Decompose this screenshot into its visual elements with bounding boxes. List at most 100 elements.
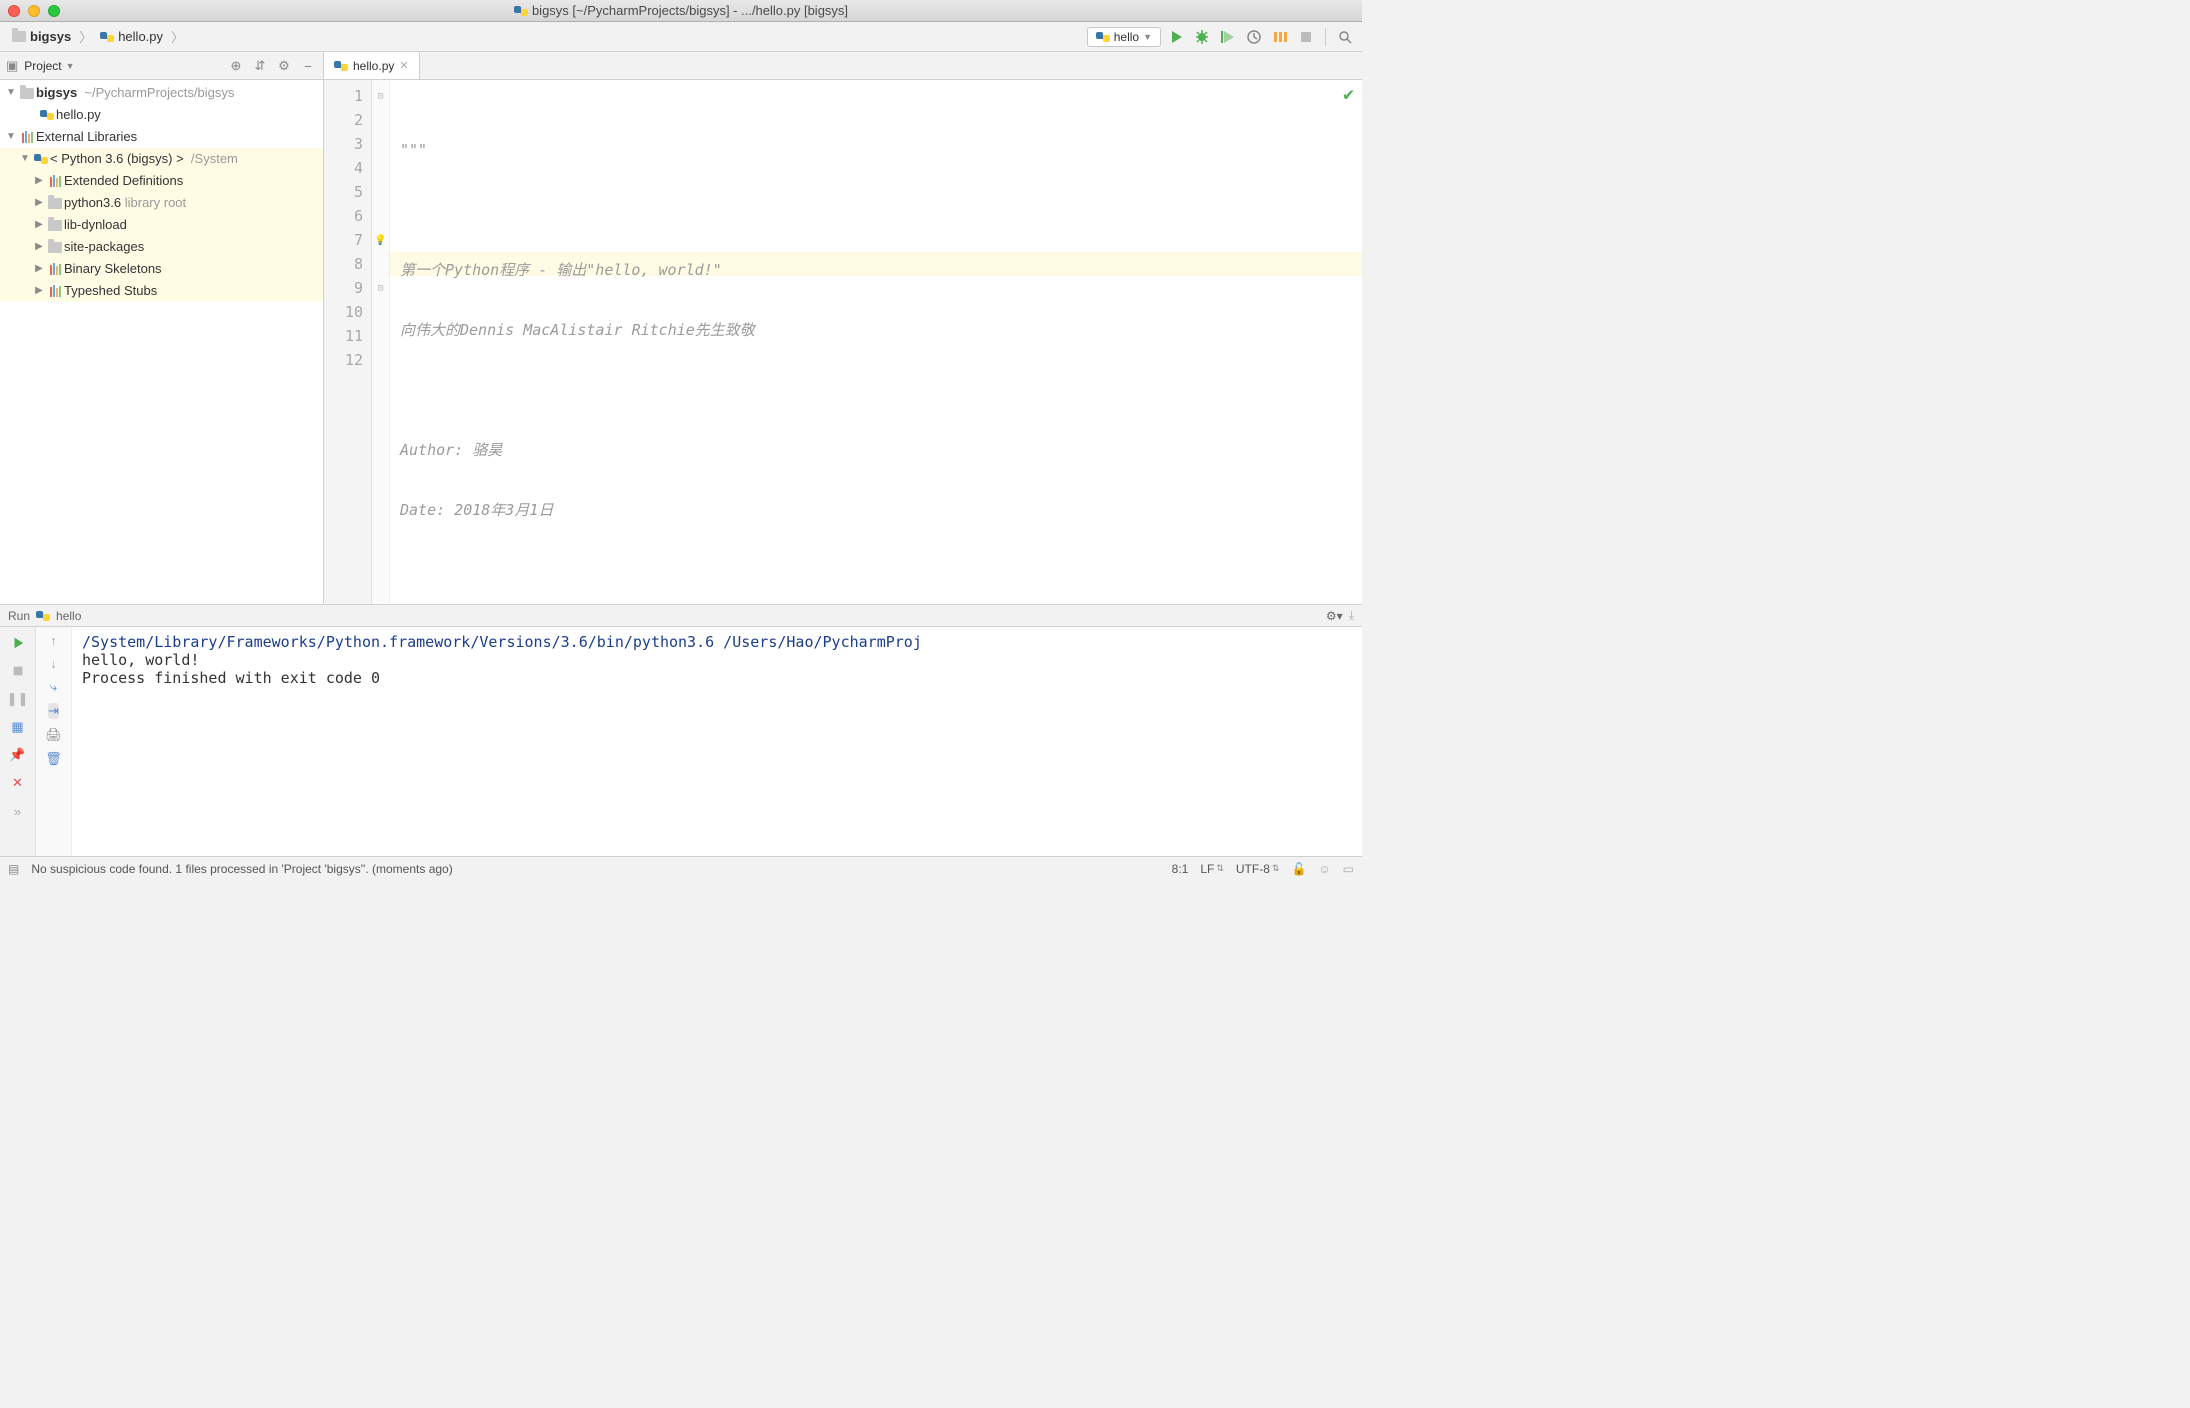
rerun-button[interactable] — [8, 633, 28, 653]
chevron-down-icon[interactable]: ▼ — [4, 82, 18, 104]
tree-extended-definitions[interactable]: ▶ Extended Definitions — [0, 170, 323, 192]
run-configuration-selector[interactable]: hello ▼ — [1087, 27, 1161, 47]
tree-site-packages[interactable]: ▶ site-packages — [0, 236, 323, 258]
tree-root[interactable]: ▼ bigsys ~/PycharmProjects/bigsys — [0, 82, 323, 104]
editor-tabs: hello.py ✕ — [324, 52, 1362, 80]
console-output[interactable]: /System/Library/Frameworks/Python.framew… — [72, 627, 1362, 856]
code-content[interactable]: """ 第一个Python程序 - 输出"hello, world!" 向伟大的… — [390, 80, 1362, 604]
line-number: 7 — [324, 228, 363, 252]
python-icon — [40, 108, 54, 122]
toolbar: hello ▼ — [1087, 26, 1356, 48]
autoscroll-icon[interactable]: ⊕ — [227, 58, 245, 74]
tree-label: Typeshed Stubs — [64, 280, 157, 302]
readonly-toggle[interactable]: 🔓 — [1291, 862, 1306, 876]
chevron-right-icon[interactable]: ▶ — [32, 170, 46, 192]
bulb-icon[interactable]: 💡 — [372, 228, 389, 252]
print-button[interactable]: 🖨 — [45, 727, 62, 743]
python-icon — [100, 30, 114, 44]
tree-label: hello.py — [56, 104, 101, 126]
line-number: 1 — [324, 84, 363, 108]
caret-position[interactable]: 8:1 — [1172, 862, 1189, 876]
inspection-icon[interactable]: ☺ — [1318, 862, 1330, 876]
line-number: 8 — [324, 252, 363, 276]
line-separator[interactable]: LF⇅ — [1200, 862, 1224, 876]
breadcrumb-item-file[interactable]: hello.py — [94, 27, 169, 46]
file-encoding[interactable]: UTF-8⇅ — [1236, 862, 1280, 876]
editor-tab-hello[interactable]: hello.py ✕ — [324, 52, 420, 79]
fold-marker[interactable]: ⊟ — [372, 84, 389, 108]
line-number: 5 — [324, 180, 363, 204]
breadcrumb: bigsys 〉 hello.py 〉 — [6, 27, 1087, 46]
chevron-right-icon: 〉 — [79, 27, 92, 46]
project-tree[interactable]: ▼ bigsys ~/PycharmProjects/bigsys hello.… — [0, 80, 323, 604]
down-button[interactable]: ↓ — [50, 656, 57, 671]
up-button[interactable]: ↑ — [50, 633, 57, 648]
tree-external-libraries[interactable]: ▼ External Libraries — [0, 126, 323, 148]
line-number: 4 — [324, 156, 363, 180]
close-button[interactable]: ✕ — [8, 773, 28, 793]
chevron-right-icon[interactable]: ▶ — [32, 192, 46, 214]
collapse-icon[interactable]: ⇵ — [251, 58, 269, 74]
pin-button[interactable]: 📌 — [8, 745, 28, 765]
zoom-window-button[interactable] — [48, 5, 60, 17]
event-log-icon[interactable]: ▤ — [8, 862, 19, 876]
close-icon[interactable]: ✕ — [399, 59, 408, 72]
search-button[interactable] — [1334, 26, 1356, 48]
minimize-window-button[interactable] — [28, 5, 40, 17]
fold-marker[interactable]: ⊟ — [372, 276, 389, 300]
download-icon[interactable]: ⤓ — [1349, 608, 1354, 623]
breadcrumb-item-project[interactable]: bigsys — [6, 27, 77, 46]
profile-button[interactable] — [1243, 26, 1265, 48]
stop-button[interactable] — [1295, 26, 1317, 48]
debug-button[interactable] — [1191, 26, 1213, 48]
breadcrumb-label: hello.py — [118, 29, 163, 44]
fold-column: ⊟ 💡 ⊟ — [372, 80, 390, 604]
folder-icon — [20, 88, 34, 99]
tree-file-hello[interactable]: hello.py — [0, 104, 323, 126]
tree-python36[interactable]: ▶ python3.6 library root — [0, 192, 323, 214]
tree-label: External Libraries — [36, 126, 137, 148]
tree-python-env[interactable]: ▼ < Python 3.6 (bigsys) > /System — [0, 148, 323, 170]
chevron-right-icon[interactable]: ▶ — [32, 258, 46, 280]
run-tool-window: Run hello ⚙▾ ⤓ ❚❚ ▦ 📌 ✕ » ↑ ↓ ⤷ ⇥ 🖨 🗑 /S… — [0, 604, 1362, 856]
close-window-button[interactable] — [8, 5, 20, 17]
gear-icon[interactable]: ⚙▾ — [1326, 609, 1343, 623]
concurrency-button[interactable] — [1269, 26, 1291, 48]
run-header: Run hello ⚙▾ ⤓ — [0, 605, 1362, 627]
tree-label: < Python 3.6 (bigsys) > /System — [50, 148, 238, 170]
run-button[interactable] — [1165, 26, 1187, 48]
run-toolbar-secondary: ↑ ↓ ⤷ ⇥ 🖨 🗑 — [36, 627, 72, 856]
code-editor[interactable]: 1 2 3 4 5 6 7 8 9 10 11 12 ⊟ 💡 ⊟ — [324, 80, 1362, 604]
scroll-end-button[interactable]: ⇥ — [48, 703, 59, 719]
main-area: ▣ Project ▼ ⊕ ⇵ ⚙ ⎯ ▼ bigsys ~/PycharmPr… — [0, 52, 1362, 604]
chevron-down-icon[interactable]: ▼ — [18, 148, 32, 170]
memory-indicator[interactable]: ▭ — [1343, 862, 1354, 876]
pause-button[interactable]: ❚❚ — [8, 689, 28, 709]
chevron-down-icon[interactable]: ▼ — [4, 126, 18, 148]
chevron-right-icon[interactable]: ▶ — [32, 214, 46, 236]
tree-label: Binary Skeletons — [64, 258, 162, 280]
status-message: No suspicious code found. 1 files proces… — [31, 862, 452, 876]
run-config-name: hello — [1114, 30, 1139, 44]
stop-button[interactable] — [8, 661, 28, 681]
hide-icon[interactable]: ⎯ — [299, 58, 317, 74]
library-icon — [22, 131, 33, 143]
sidebar-title[interactable]: Project ▼ — [24, 59, 221, 73]
soft-wrap-button[interactable]: ⤷ — [50, 679, 57, 695]
python-icon — [36, 609, 50, 623]
python-icon — [34, 152, 48, 166]
chevron-down-icon: ▼ — [1143, 32, 1152, 42]
coverage-button[interactable] — [1217, 26, 1239, 48]
chevron-right-icon[interactable]: ▶ — [32, 280, 46, 302]
line-number: 6 — [324, 204, 363, 228]
window-title-text: bigsys [~/PycharmProjects/bigsys] - .../… — [532, 3, 848, 18]
gutter: 1 2 3 4 5 6 7 8 9 10 11 12 — [324, 80, 372, 604]
clear-button[interactable]: 🗑 — [45, 751, 62, 767]
chevron-right-icon[interactable]: ▶ — [32, 236, 46, 258]
layout-button[interactable]: ▦ — [8, 717, 28, 737]
library-icon — [50, 263, 61, 275]
tree-lib-dynload[interactable]: ▶ lib-dynload — [0, 214, 323, 236]
tree-binary-skeletons[interactable]: ▶ Binary Skeletons — [0, 258, 323, 280]
tree-typeshed-stubs[interactable]: ▶ Typeshed Stubs — [0, 280, 323, 302]
settings-icon[interactable]: ⚙ — [275, 58, 293, 74]
